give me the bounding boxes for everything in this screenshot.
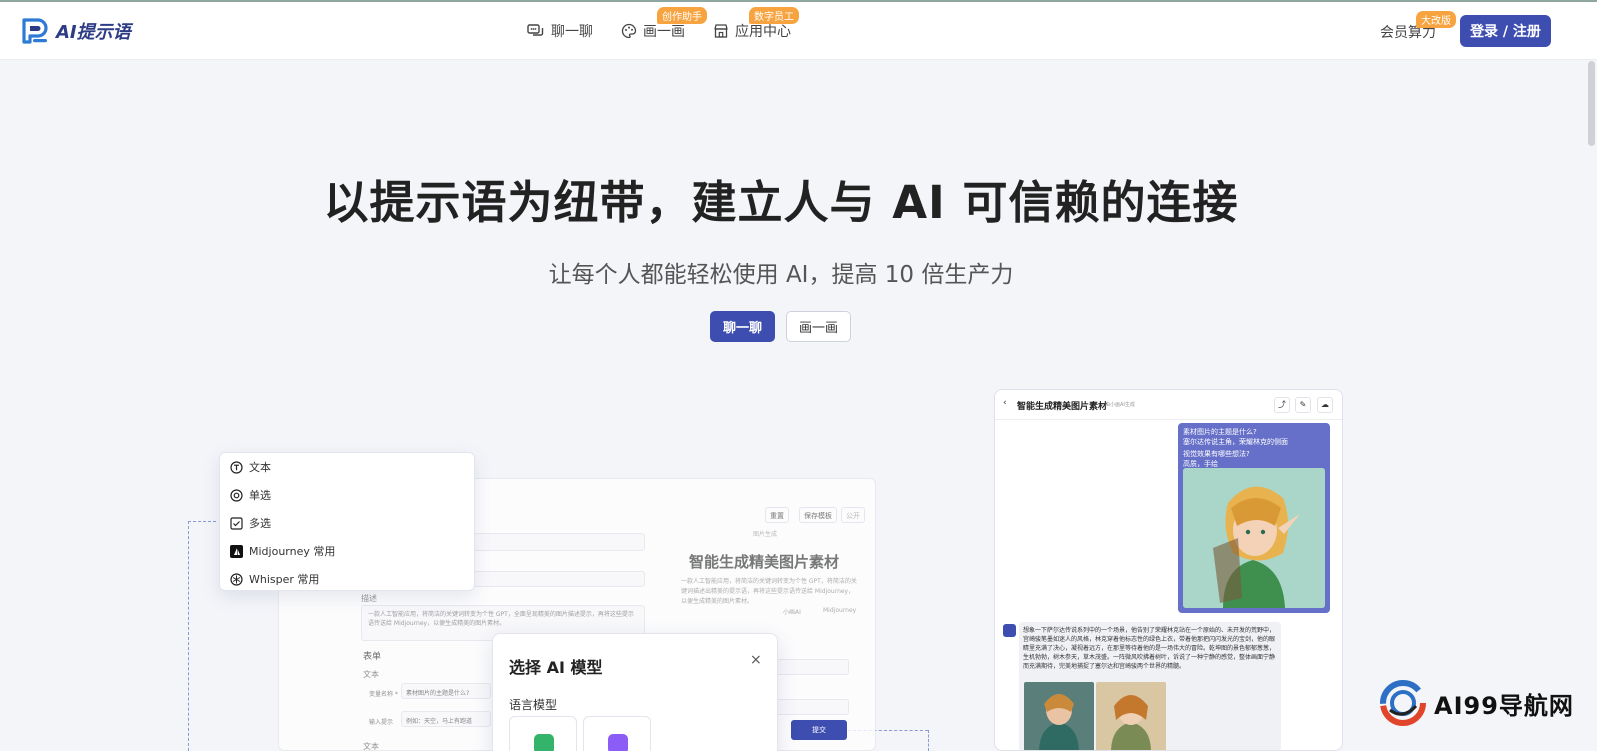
nav-apps-badge: 数字员工 xyxy=(749,7,799,24)
model-option-2[interactable] xyxy=(583,716,651,751)
logo-icon xyxy=(22,18,48,44)
login-register-button[interactable]: 登录 / 注册 xyxy=(1460,15,1551,47)
chat-header: ‹ 智能生成精美图片素材 由小画AI生成 ⤴ ✎ ☁ xyxy=(995,390,1342,420)
field1-value: 素材图片的主题是什么? xyxy=(406,690,470,697)
model-option-icon xyxy=(534,734,554,751)
field-type-menu: 文本 单选 多选 Midjourney 常用 Whisper 常用 xyxy=(219,452,475,591)
user-message: 素材图片的主题是什么? 塞尔达传说主角，荣耀林克的侧面 视觉效果有哪些想法? 高… xyxy=(1178,423,1330,613)
nav-chat-label: 聊一聊 xyxy=(551,24,593,40)
submit-button[interactable]: 提交 xyxy=(791,720,847,740)
back-icon[interactable]: ‹ xyxy=(1003,398,1007,408)
midjourney-icon xyxy=(230,544,243,558)
ai-avatar-icon xyxy=(1003,624,1016,637)
dialog-title: 选择 AI 模型 xyxy=(509,658,603,677)
menu-item-multi-choice[interactable]: 多选 xyxy=(230,514,271,532)
watermark-logo-icon xyxy=(1380,680,1426,726)
ai-message-text: 想象一下萨尔达传说系列中的一个场景，他告别了荣耀林克站在一个原始的、未开发的荒野… xyxy=(1023,627,1276,670)
share-icon[interactable]: ⤴ xyxy=(1274,397,1290,413)
menu-item-label: 多选 xyxy=(249,517,271,530)
nav-draw-label: 画一画 xyxy=(643,24,685,40)
reset-button[interactable]: 重置 xyxy=(765,507,789,523)
nav-draw-badge: 创作助手 xyxy=(657,7,707,24)
checkbox-icon xyxy=(230,516,243,530)
form-label: 表单 xyxy=(363,652,382,662)
text-type-icon xyxy=(230,460,243,474)
watermark-text: AI99导航网 xyxy=(1434,691,1574,720)
top-navbar: AI提示语 聊一聊 画一画 创作助手 应用中心 数字员工 会员算力 大改版 登录… xyxy=(0,2,1597,60)
menu-item-label: Midjourney 常用 xyxy=(249,545,336,558)
logo[interactable]: AI提示语 xyxy=(20,16,131,46)
model-option-1[interactable] xyxy=(509,716,577,751)
model-option-icon xyxy=(608,734,628,751)
hero-title: 以提示语为纽带，建立人与 AI 可信赖的连接 xyxy=(323,176,1239,229)
chat-tag: 由小画AI生成 xyxy=(1105,402,1135,408)
close-icon[interactable]: × xyxy=(750,652,762,668)
chat-result-preview: ‹ 智能生成精美图片素材 由小画AI生成 ⤴ ✎ ☁ 素材图片的主题是什么? 塞… xyxy=(994,389,1343,751)
preview-desc: 一款人工智能应用，将简洁的关键词转变为个性 GPT，将简洁的关键词描述出精美的提… xyxy=(681,578,857,605)
connector-left-vertical xyxy=(188,521,189,751)
preview-title: 智能生成精美图片素材 xyxy=(689,553,840,571)
palette-icon xyxy=(621,23,637,39)
preview-meta-2: Midjourney xyxy=(823,607,857,614)
store-icon xyxy=(714,24,728,38)
menu-item-single-choice[interactable]: 单选 xyxy=(230,486,271,504)
edit-icon[interactable]: ✎ xyxy=(1295,397,1311,413)
publish-button[interactable]: 公开 xyxy=(841,507,865,523)
language-model-label: 语言模型 xyxy=(509,698,558,712)
desc-text: 一款人工智能应用，将简洁的关键词转变为个性 GPT，全面呈现精美的图片描述提示，… xyxy=(368,611,634,627)
preview-meta-1: 小画AI xyxy=(783,609,801,616)
hero-cta-group: 聊一聊 画一画 xyxy=(710,311,862,342)
connector-left-horizontal xyxy=(188,521,216,522)
page-scrollbar-thumb[interactable] xyxy=(1588,61,1595,146)
chat-icon xyxy=(527,24,544,36)
cta-draw-button[interactable]: 画一画 xyxy=(786,311,852,342)
save-template-button[interactable]: 保存模板 xyxy=(799,507,837,523)
menu-item-label: 文本 xyxy=(249,461,271,474)
main-nav: 聊一聊 画一画 创作助手 应用中心 数字员工 xyxy=(527,2,819,60)
select-ai-model-dialog: 选择 AI 模型 × 语言模型 xyxy=(492,633,778,751)
nav-apps-label: 应用中心 xyxy=(735,24,791,40)
user-line: 素材图片的主题是什么? xyxy=(1183,428,1257,436)
radio-icon xyxy=(230,488,243,502)
field2-name: 输入提示 xyxy=(369,719,394,726)
cta-chat-button[interactable]: 聊一聊 xyxy=(710,311,776,342)
nav-chat[interactable]: 聊一聊 xyxy=(527,21,593,41)
chat-title: 智能生成精美图片素材 xyxy=(1017,402,1108,412)
menu-item-label: 单选 xyxy=(249,489,271,502)
field1-name: 变量名称 * xyxy=(369,691,398,698)
connector-right-vertical xyxy=(928,730,929,751)
text-label: 文本 xyxy=(363,670,379,679)
preview-tag: 图片生成 xyxy=(753,531,778,538)
menu-item-midjourney[interactable]: Midjourney 常用 xyxy=(230,542,335,560)
user-line: 视觉效果有哪些想法? xyxy=(1183,450,1250,458)
field2-input[interactable]: 例如：天空，马上有跑道 xyxy=(401,711,491,727)
field1-input[interactable]: 素材图片的主题是什么? xyxy=(401,683,491,699)
text-label-2: 文本 xyxy=(363,742,379,751)
menu-item-whisper[interactable]: Whisper 常用 xyxy=(230,570,319,588)
member-badge: 大改版 xyxy=(1416,11,1456,28)
desc-label: 描述 xyxy=(361,594,377,603)
member-power-link[interactable]: 会员算力 大改版 xyxy=(1380,11,1456,42)
hero-subtitle: 让每个人都能轻松使用 AI，提高 10 倍生产力 xyxy=(548,262,1014,288)
logo-text: AI提示语 xyxy=(56,22,131,43)
generated-thumbnail-1[interactable] xyxy=(1024,682,1094,750)
nav-draw[interactable]: 画一画 创作助手 xyxy=(621,7,707,41)
user-line: 塞尔达传说主角，荣耀林克的侧面 xyxy=(1183,438,1288,446)
generated-thumbnail-2[interactable] xyxy=(1096,682,1166,750)
field2-value: 例如：天空，马上有跑道 xyxy=(406,718,473,725)
nav-apps[interactable]: 应用中心 数字员工 xyxy=(713,7,799,41)
menu-item-text[interactable]: 文本 xyxy=(230,458,271,476)
openai-icon xyxy=(230,572,243,586)
generated-character-image xyxy=(1183,468,1325,608)
download-icon[interactable]: ☁ xyxy=(1317,397,1333,413)
site-watermark: AI99导航网 xyxy=(1380,680,1574,726)
menu-item-label: Whisper 常用 xyxy=(249,573,320,586)
